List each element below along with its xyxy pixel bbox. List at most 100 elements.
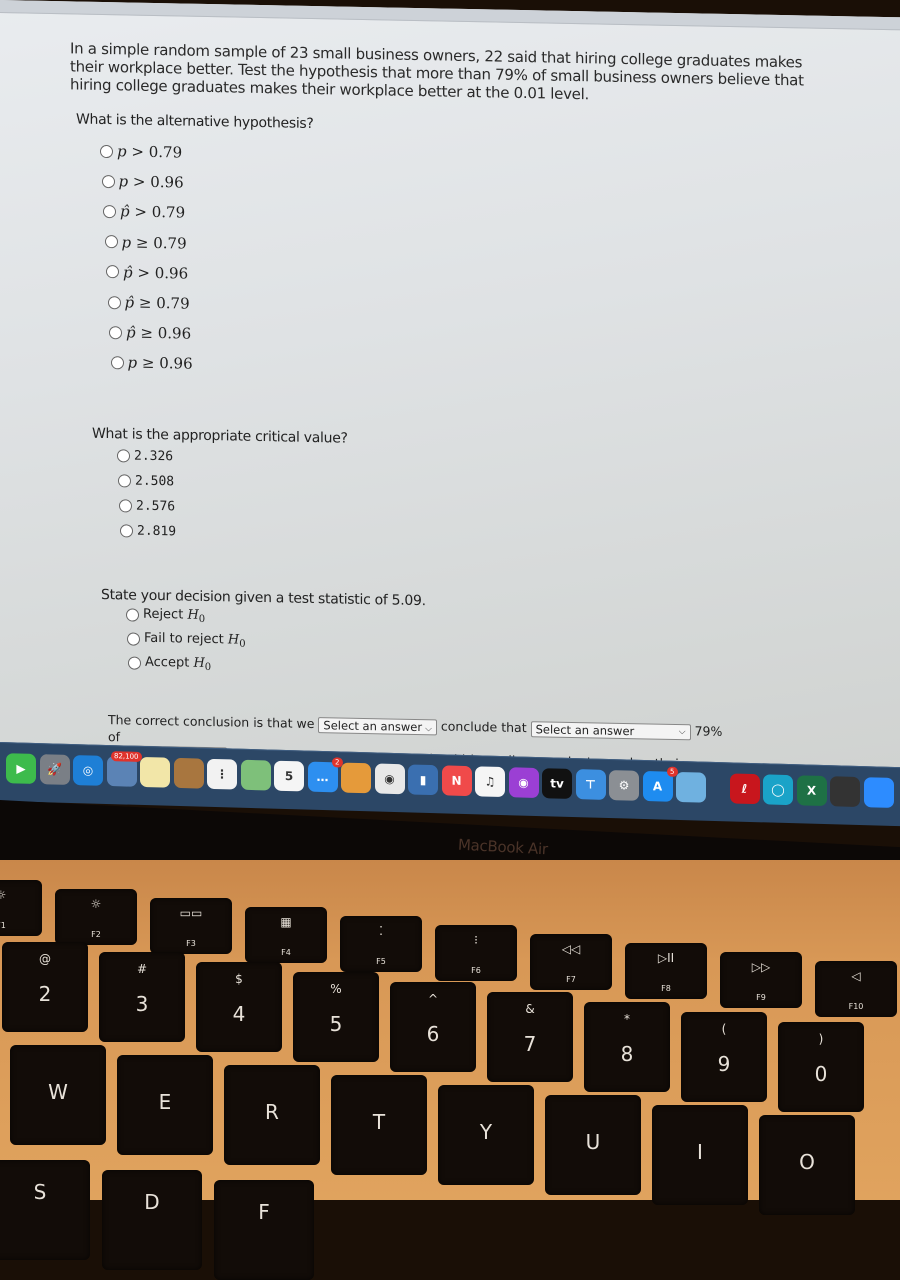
option-label: p > 0.96 [118, 172, 184, 192]
dock-glyph: ℓ [741, 781, 748, 796]
acrobat-icon[interactable]: ℓ [729, 773, 760, 805]
webex-icon[interactable]: ◯ [763, 774, 793, 806]
keynote-icon[interactable]: ⊤ [575, 769, 606, 800]
q1-option[interactable]: p̂ > 0.79 [103, 202, 185, 222]
fkey-label: F5 [376, 957, 386, 966]
appletv-icon[interactable]: tv [542, 768, 572, 799]
q1-option[interactable]: p ≥ 0.79 [104, 233, 187, 252]
q2-option[interactable]: 2.326 [117, 448, 173, 464]
function-key[interactable]: ▦ F4 [245, 907, 327, 963]
function-key[interactable]: ☼ F1 [0, 880, 42, 936]
select-comparison-dropdown[interactable]: Select an answer ⌵ [530, 720, 691, 740]
letter-key[interactable]: F [214, 1180, 314, 1280]
number-key[interactable]: % 5 [293, 972, 379, 1062]
photos-icon[interactable] [676, 771, 706, 803]
radio-button[interactable] [127, 632, 140, 646]
letter-key[interactable]: O [759, 1115, 855, 1215]
key-label: D [144, 1190, 160, 1214]
q3-option[interactable]: Fail to reject H0 [127, 630, 246, 650]
number-key[interactable]: ^ 6 [390, 982, 476, 1072]
option-label: p ≥ 0.96 [127, 353, 193, 374]
key-shift-label: $ [235, 972, 243, 986]
notes-icon[interactable] [140, 756, 170, 788]
radio-button[interactable] [103, 204, 116, 219]
function-key[interactable]: ☼ F2 [55, 889, 137, 945]
radio-button[interactable] [100, 144, 113, 158]
contacts-icon[interactable] [173, 757, 204, 789]
excel-icon[interactable]: X [796, 775, 827, 807]
news-icon[interactable]: N [441, 765, 472, 797]
conclusion-mid: conclude that [440, 718, 527, 736]
launchpad-icon[interactable]: 🚀 [39, 754, 70, 785]
messages-icon[interactable]: … 2 [307, 757, 343, 793]
letter-key[interactable]: R [224, 1065, 320, 1165]
key-label: F [258, 1200, 270, 1224]
podcasts-icon[interactable]: ◉ [508, 767, 539, 799]
maps-icon[interactable] [240, 759, 271, 791]
number-key[interactable]: #3 [99, 952, 185, 1042]
q1-option[interactable]: p̂ ≥ 0.79 [107, 293, 190, 313]
function-key[interactable]: ⁝ F6 [435, 925, 517, 981]
q3-option[interactable]: Reject H0 [126, 606, 205, 625]
letter-key[interactable]: I [652, 1105, 748, 1205]
number-key[interactable]: ) 0 [778, 1022, 864, 1112]
number-key[interactable]: & 7 [487, 992, 573, 1082]
function-key[interactable]: ⁚ F5 [340, 916, 422, 972]
letter-key[interactable]: S [0, 1160, 90, 1260]
radio-button[interactable] [118, 474, 131, 488]
letter-key[interactable]: Y [438, 1085, 534, 1185]
printer-icon[interactable] [830, 776, 860, 808]
letter-key[interactable]: U [545, 1095, 641, 1195]
radio-button[interactable] [104, 235, 118, 249]
q1-option[interactable]: p > 0.96 [101, 172, 184, 192]
system-preferences-icon[interactable]: ⚙ [609, 770, 639, 801]
preview-icon[interactable]: 82,100 [106, 751, 142, 787]
facetime-icon[interactable]: ▶ [6, 753, 36, 785]
q1-option[interactable]: p̂ ≥ 0.96 [109, 323, 191, 343]
radio-button[interactable] [126, 608, 139, 622]
q1-option[interactable]: p̂ > 0.96 [106, 263, 188, 282]
function-key[interactable]: ▭▭ F3 [150, 898, 232, 954]
letter-key[interactable]: D [102, 1170, 202, 1270]
radio-button[interactable] [117, 449, 130, 463]
letter-key[interactable]: T [331, 1075, 427, 1175]
radio-button[interactable] [119, 499, 132, 513]
pages-icon[interactable] [341, 762, 371, 794]
function-key[interactable]: ◁ F10 [815, 961, 897, 1017]
safari-icon[interactable]: ◎ [73, 755, 103, 786]
number-key[interactable]: $4 [196, 962, 282, 1052]
number-key[interactable]: * 8 [584, 1002, 670, 1092]
q1-option[interactable]: p > 0.79 [100, 142, 182, 161]
function-key[interactable]: ▷▷ F9 [720, 952, 802, 1008]
radio-button[interactable] [109, 325, 122, 340]
key-label: Y [479, 1120, 493, 1144]
radio-button[interactable] [107, 295, 121, 309]
radio-button[interactable] [101, 174, 115, 188]
radio-button[interactable] [120, 524, 133, 538]
q2-option[interactable]: 2.819 [120, 523, 176, 539]
zoom-icon[interactable] [863, 777, 894, 808]
music-icon[interactable]: ♫ [475, 766, 505, 798]
numbers-icon[interactable]: ▮ [408, 764, 438, 796]
radio-button[interactable] [106, 265, 119, 279]
calendar-icon[interactable]: 5 [274, 760, 304, 792]
select-decision-dropdown[interactable]: Select an answer ⌵ [318, 716, 437, 735]
function-key[interactable]: ◁◁ F7 [530, 934, 612, 990]
option-label: Reject H0 [143, 606, 206, 625]
function-key[interactable]: ▷II F8 [625, 943, 707, 999]
reminders-icon[interactable]: ⋮ [207, 758, 237, 790]
chrome-icon[interactable]: ◉ [374, 763, 405, 795]
radio-button[interactable] [128, 656, 141, 670]
app-store-icon[interactable]: A5 [642, 766, 678, 802]
number-key[interactable]: (9 [681, 1012, 767, 1102]
q2-option[interactable]: 2.576 [119, 498, 175, 514]
letter-key[interactable]: W [10, 1045, 106, 1145]
q3-option[interactable]: Accept H0 [128, 654, 211, 673]
fkey-label: F9 [756, 993, 766, 1002]
q1-option[interactable]: p ≥ 0.96 [110, 353, 193, 374]
number-key[interactable]: @2 [2, 942, 88, 1032]
letter-key[interactable]: E [117, 1055, 213, 1155]
radio-button[interactable] [110, 356, 124, 370]
option-label: p̂ ≥ 0.79 [124, 293, 190, 313]
q2-option[interactable]: 2.508 [118, 473, 174, 489]
